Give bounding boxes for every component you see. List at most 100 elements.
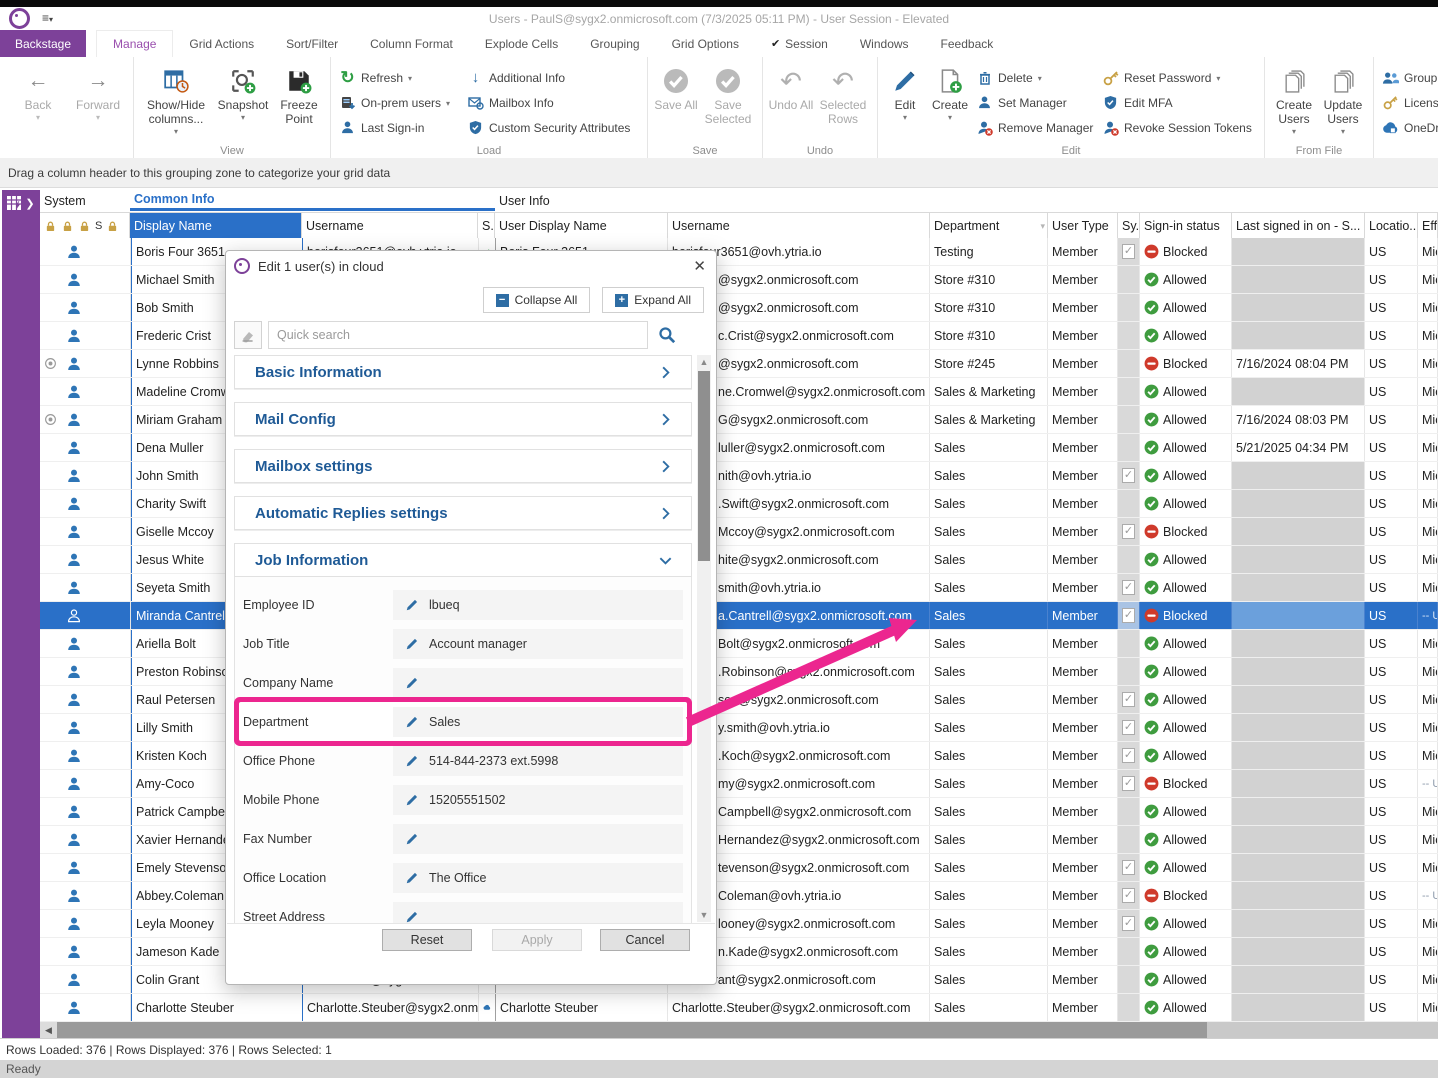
- cell-sys[interactable]: ✓: [1118, 910, 1140, 937]
- column-header-u1[interactable]: Username: [302, 213, 478, 239]
- tab-explode-cells[interactable]: Explode Cells: [469, 30, 574, 57]
- cell-sys[interactable]: [1118, 378, 1140, 405]
- expand-all-button[interactable]: +Expand All: [602, 287, 704, 313]
- cell-sys[interactable]: ✓: [1118, 714, 1140, 741]
- sys-checkbox[interactable]: ✓: [1122, 776, 1135, 791]
- save-selected-button[interactable]: Save Selected: [699, 61, 757, 142]
- field-value-box[interactable]: 15205551502: [393, 785, 683, 815]
- cell-sys[interactable]: [1118, 266, 1140, 293]
- cell-sys[interactable]: ✓: [1118, 882, 1140, 909]
- section-mailbox-settings[interactable]: Mailbox settings: [234, 449, 692, 483]
- cell-sys[interactable]: [1118, 406, 1140, 433]
- onprem-users-button[interactable]: On-prem users▾: [336, 90, 464, 115]
- sys-checkbox[interactable]: ✓: [1122, 580, 1135, 595]
- edit-mfa-button[interactable]: Edit MFA: [1099, 90, 1259, 115]
- onedrive-files-button[interactable]: OneDrive Files...▾: [1379, 115, 1438, 140]
- additional-info-button[interactable]: ↓Additional Info: [464, 65, 642, 90]
- field-value-box[interactable]: Account manager: [393, 629, 683, 659]
- save-all-button[interactable]: Save All: [653, 61, 699, 142]
- system-columns-header[interactable]: S: [40, 213, 130, 239]
- sys-checkbox[interactable]: ✓: [1122, 888, 1135, 903]
- cell-sys[interactable]: [1118, 490, 1140, 517]
- cell-sys[interactable]: [1118, 434, 1140, 461]
- column-header-dn[interactable]: Display Name: [130, 213, 302, 239]
- field-value-box[interactable]: The Office: [393, 863, 683, 893]
- grid-side-panel[interactable]: ❯: [2, 190, 40, 1022]
- cell-sys[interactable]: [1118, 798, 1140, 825]
- delete-button[interactable]: Delete▾: [973, 65, 1099, 90]
- column-header-loc[interactable]: Locatio...: [1365, 213, 1418, 239]
- filter-caret-icon[interactable]: ▾: [1040, 221, 1045, 232]
- tab-feedback[interactable]: Feedback: [925, 30, 1010, 57]
- cell-sys[interactable]: [1118, 826, 1140, 853]
- scroll-down-icon[interactable]: ▼: [697, 908, 711, 922]
- sys-checkbox[interactable]: ✓: [1122, 244, 1135, 259]
- field-value-box[interactable]: lbueq: [393, 590, 683, 620]
- cell-sys[interactable]: [1118, 966, 1140, 993]
- cell-sys[interactable]: [1118, 294, 1140, 321]
- revoke-session-tokens-button[interactable]: Revoke Session Tokens: [1099, 115, 1259, 140]
- horizontal-scroll-thumb[interactable]: [57, 1022, 1207, 1038]
- create-users-button[interactable]: Create Users ▾: [1270, 61, 1318, 142]
- dialog-close-icon[interactable]: ✕: [693, 257, 706, 275]
- column-header-s1[interactable]: S...: [478, 213, 495, 239]
- tab-windows[interactable]: Windows: [844, 30, 925, 57]
- column-header-udn[interactable]: User Display Name: [495, 213, 668, 239]
- section-automatic-replies-settings[interactable]: Automatic Replies settings: [234, 496, 692, 530]
- cell-sys[interactable]: ✓: [1118, 770, 1140, 797]
- tab-grid-actions[interactable]: Grid Actions: [173, 30, 270, 57]
- cell-sys[interactable]: ✓: [1118, 602, 1140, 629]
- cell-sys[interactable]: [1118, 322, 1140, 349]
- tab-column-format[interactable]: Column Format: [354, 30, 469, 57]
- cell-sys[interactable]: ✓: [1118, 686, 1140, 713]
- refresh-button[interactable]: ↻Refresh▾: [336, 65, 464, 90]
- collapse-all-button[interactable]: −Collapse All: [483, 287, 591, 313]
- cell-sys[interactable]: [1118, 350, 1140, 377]
- column-header-u2[interactable]: Username: [668, 213, 930, 239]
- field-value-box[interactable]: [393, 824, 683, 854]
- tab-backstage[interactable]: Backstage: [0, 30, 86, 57]
- cell-sys[interactable]: ✓: [1118, 238, 1140, 265]
- field-value-box[interactable]: [393, 668, 683, 698]
- tab-grid-options[interactable]: Grid Options: [656, 30, 755, 57]
- cell-sys[interactable]: [1118, 938, 1140, 965]
- custom-security-attributes-button[interactable]: Custom Security Attributes: [464, 115, 642, 140]
- sys-checkbox[interactable]: ✓: [1122, 468, 1135, 483]
- mailbox-info-button[interactable]: Mailbox Info: [464, 90, 642, 115]
- reset-password-button[interactable]: Reset Password▾: [1099, 65, 1259, 90]
- search-button[interactable]: [654, 326, 680, 344]
- cell-sys[interactable]: ✓: [1118, 574, 1140, 601]
- sys-checkbox[interactable]: ✓: [1122, 860, 1135, 875]
- last-signin-button[interactable]: Last Sign-in: [336, 115, 464, 140]
- cell-sys[interactable]: ✓: [1118, 462, 1140, 489]
- reset-button[interactable]: Reset: [382, 929, 472, 951]
- sys-checkbox[interactable]: ✓: [1122, 524, 1135, 539]
- snapshot-button[interactable]: Snapshot ▾: [213, 61, 273, 142]
- remove-manager-button[interactable]: Remove Manager: [973, 115, 1099, 140]
- cancel-button[interactable]: Cancel: [600, 929, 690, 951]
- section-basic-information[interactable]: Basic Information: [234, 355, 692, 389]
- field-value-box[interactable]: [393, 902, 683, 925]
- sys-checkbox[interactable]: ✓: [1122, 720, 1135, 735]
- show-hide-columns-button[interactable]: Show/Hide columns... ▾: [139, 61, 213, 142]
- quick-search-input[interactable]: [268, 321, 648, 349]
- edit-button[interactable]: Edit ▾: [883, 61, 927, 142]
- field-value-box[interactable]: 514-844-2373 ext.5998: [393, 746, 683, 776]
- band-system[interactable]: System: [40, 190, 130, 211]
- column-header-type[interactable]: User Type: [1048, 213, 1118, 239]
- column-header-dept[interactable]: Department▾: [930, 213, 1048, 239]
- apply-button[interactable]: Apply: [492, 929, 582, 951]
- tab-grouping[interactable]: Grouping: [574, 30, 655, 57]
- group-membership-button[interactable]: Group Membership...▾: [1379, 65, 1438, 90]
- freeze-point-button[interactable]: Freeze Point: [273, 61, 325, 142]
- section-job-information[interactable]: Job Information: [234, 543, 692, 577]
- tab-manage[interactable]: Manage: [96, 30, 173, 57]
- cell-sys[interactable]: [1118, 994, 1140, 1021]
- back-button[interactable]: ← Back ▾: [8, 61, 68, 142]
- update-users-button[interactable]: Update Users ▾: [1318, 61, 1368, 142]
- band-user-info[interactable]: User Info: [495, 190, 1395, 211]
- sys-checkbox[interactable]: ✓: [1122, 692, 1135, 707]
- clear-search-button[interactable]: [234, 321, 262, 349]
- dialog-scroll-thumb[interactable]: [698, 371, 710, 561]
- column-header-last[interactable]: Last signed in on - S...: [1232, 213, 1365, 239]
